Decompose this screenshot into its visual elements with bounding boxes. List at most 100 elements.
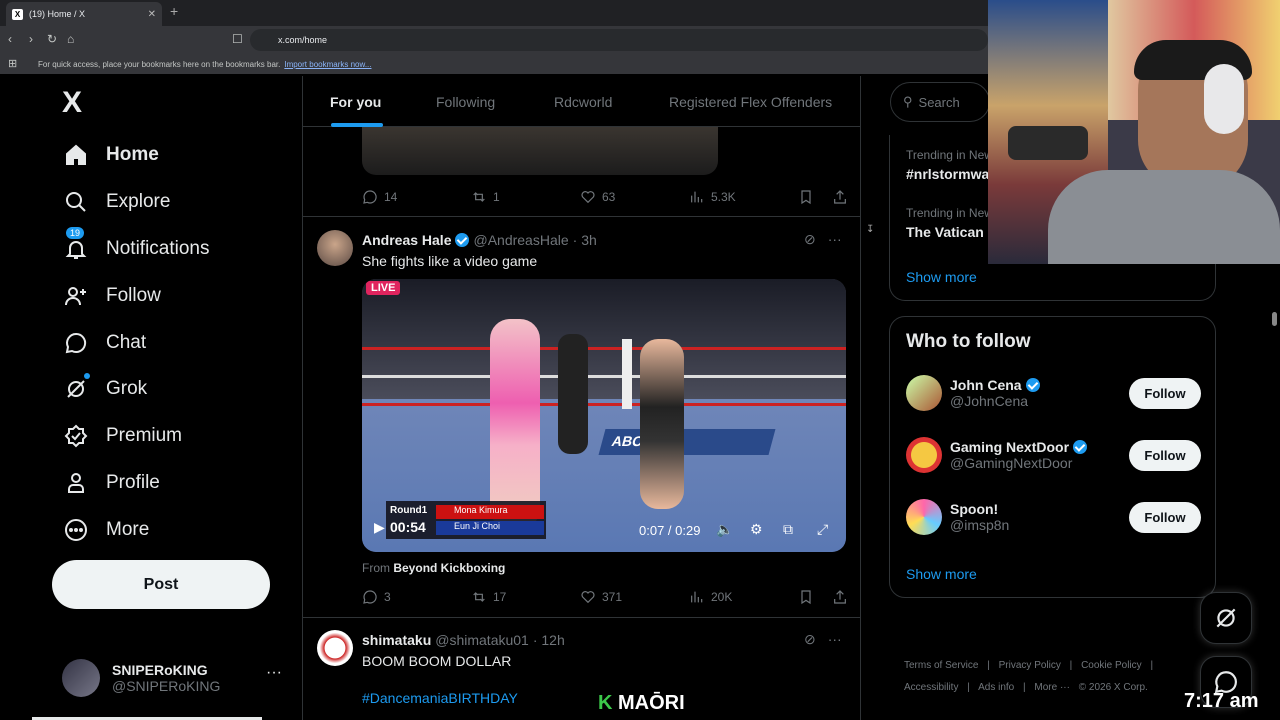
referee — [558, 334, 588, 454]
volume-icon[interactable]: 🔈 — [716, 521, 733, 538]
reload-icon[interactable]: ↻ — [47, 32, 57, 46]
avatar — [906, 499, 942, 535]
pip-icon[interactable]: ⧉ — [783, 521, 793, 538]
nav-label: Chat — [106, 332, 147, 353]
close-tab-icon[interactable]: ✕ — [148, 9, 156, 20]
nav-more[interactable]: More — [60, 510, 149, 550]
footer-link[interactable]: Ads info — [978, 682, 1014, 693]
follow-button[interactable]: Follow — [1129, 501, 1201, 533]
footer-link[interactable]: Privacy Policy — [999, 660, 1061, 671]
address-bar[interactable]: x.com/home — [250, 29, 988, 51]
shirt — [1048, 170, 1280, 264]
follow-suggestion[interactable]: Gaming NextDoor @GamingNextDoor Follow — [906, 433, 1201, 477]
follow-button[interactable]: Follow — [1129, 377, 1201, 409]
reply-button[interactable]: 14 — [362, 189, 471, 205]
fullscreen-icon[interactable]: ⤢ — [817, 521, 828, 538]
like-button[interactable]: 371 — [580, 589, 689, 605]
play-icon[interactable]: ▶ — [374, 519, 385, 536]
like-button[interactable]: 63 — [580, 189, 689, 205]
footer-separator: | — [987, 660, 990, 671]
footer-separator: | — [1023, 682, 1026, 693]
browser-tab[interactable]: X (19) Home / X ✕ — [6, 2, 162, 26]
back-icon[interactable]: ‹ — [8, 32, 12, 46]
follow-button[interactable]: Follow — [1129, 439, 1201, 471]
post-button[interactable]: Post — [52, 560, 270, 609]
suggestion-handle: @GamingNextDoor — [950, 455, 1073, 471]
reply-button[interactable]: 3 — [362, 589, 471, 605]
views-count: 20K — [711, 590, 733, 604]
nav-explore[interactable]: Explore — [60, 182, 170, 222]
grok-fab[interactable] — [1200, 592, 1252, 644]
account-more-icon[interactable]: ··· — [266, 664, 282, 682]
views-button[interactable]: 20K — [689, 589, 798, 605]
who-to-follow-panel: Who to follow John Cena @JohnCena Follow… — [889, 316, 1216, 598]
share-icon[interactable] — [832, 189, 848, 205]
repost-count: 17 — [493, 590, 507, 604]
author-name[interactable]: shimataku — [362, 632, 431, 648]
nav-home[interactable]: Home — [60, 135, 159, 175]
author-name[interactable]: Andreas Hale — [362, 232, 451, 248]
follow-suggestion[interactable]: Spoon! @imsp8n Follow — [906, 495, 1201, 539]
nav-notifications[interactable]: 19 Notifications — [60, 227, 210, 269]
tab-registered-flex-offenders[interactable]: Registered Flex Offenders — [669, 94, 832, 110]
search-input[interactable]: ⚲ Search — [890, 82, 990, 122]
views-button[interactable]: 5.3K — [689, 189, 798, 205]
more-icon[interactable]: ··· — [828, 231, 842, 248]
search-placeholder: Search — [918, 94, 960, 110]
post-time[interactable]: · 12h — [533, 632, 565, 648]
post-actions: 3 17 371 20K — [362, 589, 848, 605]
tab-following[interactable]: Following — [436, 94, 495, 110]
trend-item[interactable]: The Vatican — [906, 224, 984, 240]
search-icon — [60, 186, 92, 218]
footer-link[interactable]: Accessibility — [904, 682, 958, 693]
account-name: SNIPERoKING — [112, 662, 208, 678]
repost-button[interactable]: 17 — [471, 589, 580, 605]
footer-link[interactable]: Terms of Service — [904, 660, 978, 671]
author-handle[interactable]: @shimataku01 — [435, 632, 529, 648]
show-more-follow[interactable]: Show more — [906, 566, 977, 582]
avatar[interactable] — [317, 230, 353, 266]
more-icon[interactable]: ··· — [828, 631, 842, 648]
share-icon[interactable] — [832, 589, 848, 605]
forward-icon[interactable]: › — [29, 32, 33, 46]
home-browser-icon[interactable]: ⌂ — [67, 32, 74, 46]
nav-label: More — [106, 519, 150, 540]
import-bookmarks-link[interactable]: Import bookmarks now... — [284, 60, 371, 69]
nav-follow[interactable]: Follow — [60, 276, 161, 316]
maori-k: K — [598, 692, 613, 714]
footer-link[interactable]: More ··· — [1034, 682, 1070, 693]
from-source[interactable]: Beyond Kickboxing — [393, 561, 505, 575]
show-more-trends[interactable]: Show more — [906, 269, 977, 285]
apps-grid-icon[interactable]: ⊞ — [8, 57, 17, 70]
previous-post-media[interactable] — [362, 127, 718, 175]
suggestion-name: Gaming NextDoor — [950, 439, 1070, 455]
nav-profile[interactable]: Profile — [60, 463, 160, 503]
avatar[interactable] — [317, 630, 353, 666]
nav-grok[interactable]: Grok — [60, 369, 147, 409]
footer-separator: | — [967, 682, 970, 693]
post-time[interactable]: · 3h — [573, 232, 597, 248]
nav-premium[interactable]: Premium — [60, 416, 182, 456]
search-icon: ⚲ — [903, 94, 913, 109]
trend-item[interactable]: #nrlstormwa — [906, 166, 989, 182]
bookmark-icon[interactable] — [798, 589, 814, 605]
divider — [303, 617, 860, 618]
grok-icon[interactable]: ⊘ — [804, 631, 816, 648]
repost-button[interactable]: 1 — [471, 189, 580, 205]
page-scrollbar[interactable] — [1272, 312, 1277, 326]
grok-icon[interactable]: ⊘ — [804, 231, 816, 248]
nav-chat[interactable]: Chat — [60, 323, 146, 363]
tab-rdcworld[interactable]: Rdcworld — [554, 94, 612, 110]
new-tab-icon[interactable]: + — [170, 3, 178, 19]
bookmark-icon[interactable] — [798, 189, 814, 205]
hashtag-link[interactable]: #DancemaniaBIRTHDAY — [362, 690, 518, 706]
account-switcher[interactable]: SNIPERoKING @SNIPERoKING ··· — [62, 656, 292, 700]
settings-icon[interactable]: ⚙ — [750, 521, 763, 538]
follow-suggestion[interactable]: John Cena @JohnCena Follow — [906, 371, 1201, 415]
video-player[interactable]: ABC LIVE Round1 00:54 Mona Kimura Eun Ji… — [362, 279, 846, 552]
footer-link[interactable]: Cookie Policy — [1081, 660, 1142, 671]
bookmark-page-icon[interactable]: ☐ — [232, 32, 243, 46]
author-handle[interactable]: @AndreasHale — [473, 232, 568, 248]
x-logo-icon[interactable]: X — [62, 86, 82, 120]
tab-for-you[interactable]: For you — [330, 94, 381, 110]
